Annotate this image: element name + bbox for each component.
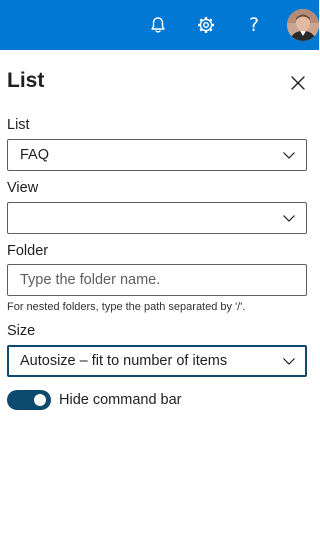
view-dropdown[interactable] (7, 202, 307, 234)
notifications-button[interactable] (138, 5, 178, 45)
settings-button[interactable] (186, 5, 226, 45)
list-dropdown[interactable]: FAQ (7, 139, 307, 171)
chevron-down-icon (283, 358, 295, 365)
hide-command-bar-label: Hide command bar (59, 392, 182, 408)
chevron-down-icon (283, 152, 295, 159)
question-icon: ? (248, 13, 260, 36)
view-label: View (7, 180, 39, 196)
folder-name-input[interactable] (7, 264, 307, 296)
avatar[interactable] (287, 9, 319, 41)
list-label: List (7, 117, 30, 133)
gear-icon (198, 17, 214, 33)
close-icon (291, 76, 305, 90)
chevron-down-icon (283, 215, 295, 222)
close-button[interactable] (286, 71, 310, 95)
folder-label: Folder (7, 243, 49, 259)
folder-hint: For nested folders, type the path separa… (7, 301, 246, 313)
size-label: Size (7, 323, 36, 339)
panel-title: List (7, 69, 45, 92)
hide-command-bar-toggle[interactable] (7, 390, 51, 410)
help-button[interactable]: ? (234, 5, 274, 45)
size-dropdown[interactable]: Autosize – fit to number of items (7, 345, 307, 377)
bell-icon (151, 17, 165, 33)
user-photo (287, 9, 319, 41)
toggle-knob (34, 394, 46, 406)
top-bar: ? (0, 0, 319, 50)
list-dropdown-value: FAQ (20, 147, 50, 163)
size-dropdown-value: Autosize – fit to number of items (20, 353, 228, 369)
